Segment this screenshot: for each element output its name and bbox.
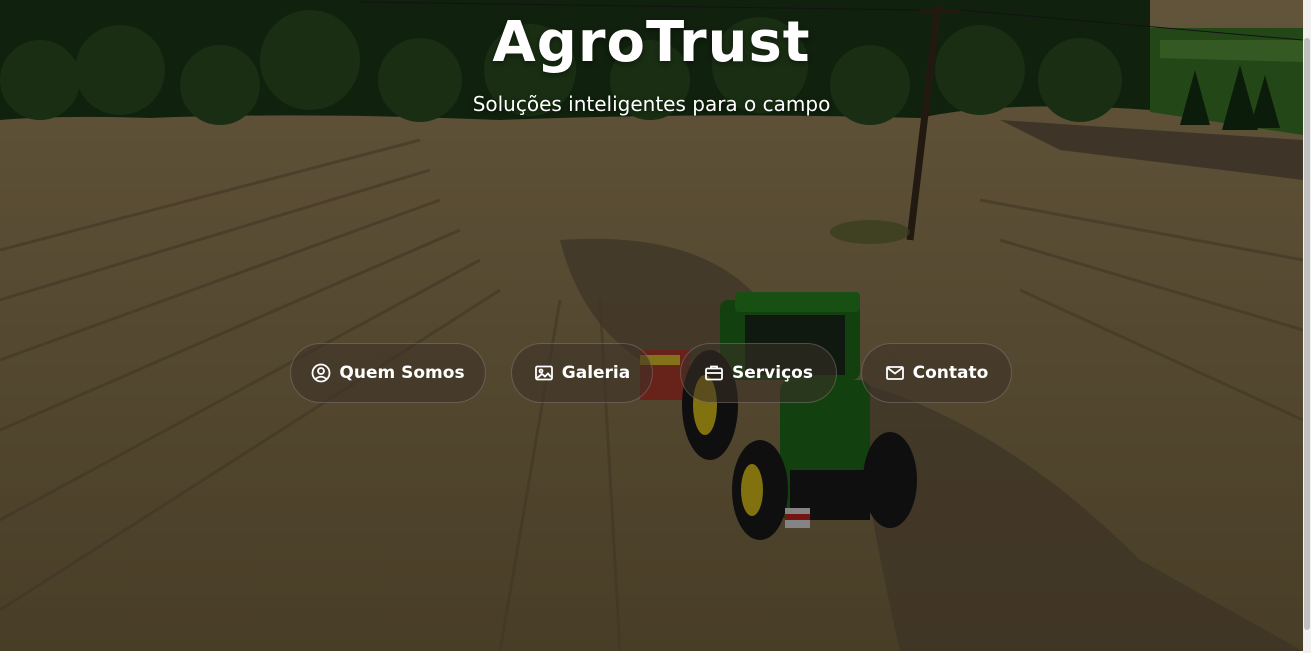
vertical-scrollbar[interactable] [1303,0,1311,653]
scrollbar-thumb[interactable] [1304,38,1310,630]
briefcase-icon [705,365,723,381]
envelope-icon [885,366,904,380]
nav-button-label: Quem Somos [339,363,465,383]
nav-button-label: Contato [912,363,989,383]
nav-button-label: Serviços [732,363,813,383]
image-icon [534,365,553,381]
site-title: AgroTrust [492,10,811,75]
hero-section: AgroTrust Soluções inteligentes para o c… [0,0,1303,651]
nav-button-label: Galeria [561,363,631,383]
user-circle-icon [312,363,331,383]
nav-button-galeria[interactable]: Galeria [511,343,653,403]
nav-button-contato[interactable]: Contato [861,343,1012,403]
site-tagline: Soluções inteligentes para o campo [472,92,831,116]
nav-button-servicos[interactable]: Serviços [680,343,837,403]
nav-button-quem-somos[interactable]: Quem Somos [290,343,486,403]
